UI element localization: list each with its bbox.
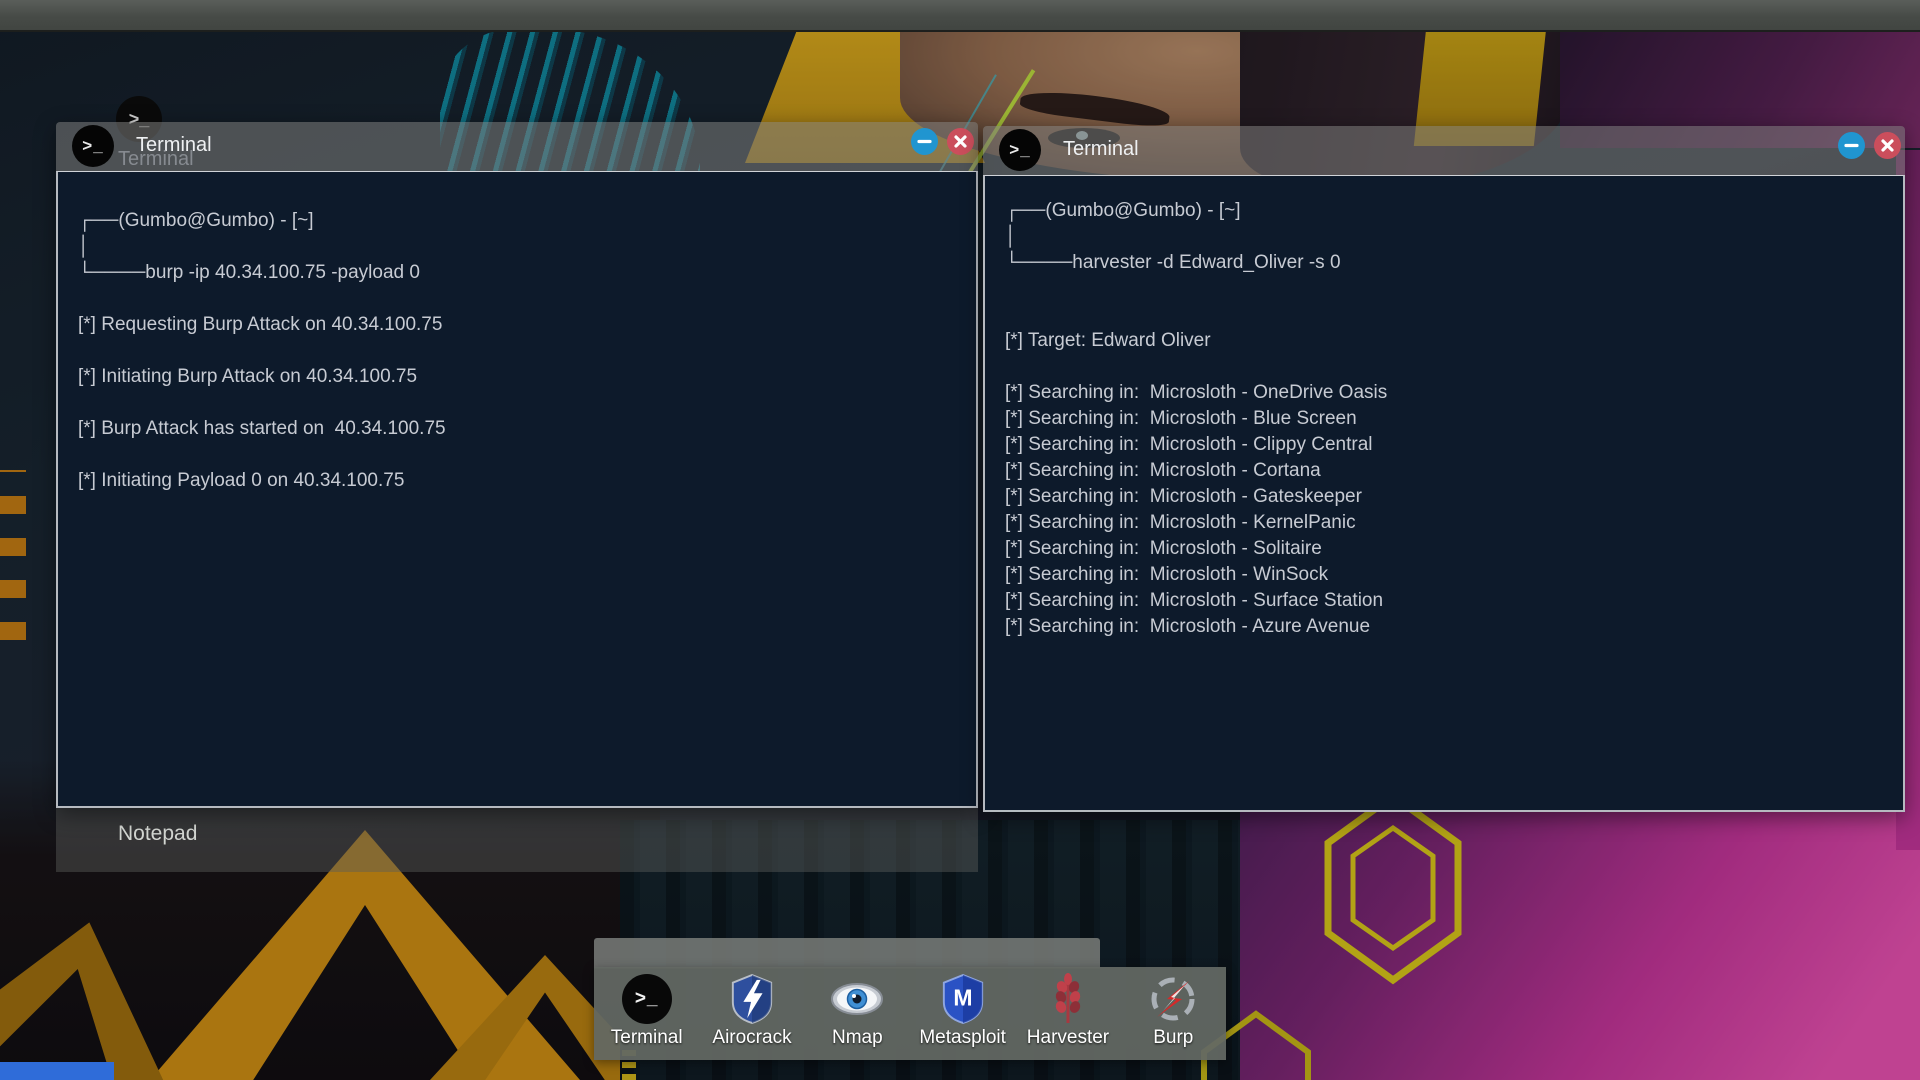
terminal-output[interactable]: ┌──(Gumbo@Gumbo) - [~] │ └────burp -ip 4…	[56, 171, 978, 808]
dock: >_ Terminal Airocrack Nmap	[594, 967, 1226, 1060]
top-panel	[0, 0, 1920, 32]
dock-label: Airocrack	[712, 1027, 791, 1049]
nmap-eye-icon	[831, 973, 883, 1025]
harvester-wheat-icon	[1042, 973, 1094, 1025]
minus-icon	[1844, 138, 1859, 153]
window-title: Terminal	[1063, 138, 1139, 161]
terminal-text: ┌──(Gumbo@Gumbo) - [~] │ └────burp -ip 4…	[58, 172, 976, 494]
dock-item-nmap[interactable]: Nmap	[807, 967, 907, 1060]
dock-handle[interactable]	[594, 938, 1100, 969]
terminal-window-right: >_ Terminal ┌──(Gumbo@Gumbo) - [~] │ └──…	[983, 126, 1905, 812]
dock-item-burp[interactable]: Burp	[1123, 967, 1223, 1060]
window-title: Terminal	[136, 134, 212, 157]
dock-label: Harvester	[1027, 1027, 1109, 1049]
close-button[interactable]	[1874, 132, 1901, 159]
metasploit-shield-icon: M	[937, 973, 989, 1025]
minus-icon	[917, 134, 932, 149]
dock-item-airocrack[interactable]: Airocrack	[702, 967, 802, 1060]
dock-label: Burp	[1153, 1027, 1193, 1049]
dock-item-harvester[interactable]: Harvester	[1018, 967, 1118, 1060]
airocrack-icon	[726, 973, 778, 1025]
burp-icon	[1147, 973, 1199, 1025]
dock-item-terminal[interactable]: >_ Terminal	[597, 967, 697, 1060]
taskbar-fragment	[0, 1062, 114, 1080]
close-icon	[1880, 138, 1895, 153]
dock-label: Terminal	[611, 1027, 683, 1049]
svg-text:M: M	[953, 985, 972, 1011]
dock-item-metasploit[interactable]: M Metasploit	[913, 967, 1013, 1060]
minimize-button[interactable]	[1838, 132, 1865, 159]
dock-label: Nmap	[832, 1027, 883, 1049]
terminal-icon: >_	[621, 973, 673, 1025]
notepad-title: Notepad	[118, 822, 197, 846]
terminal-window-left: >_ Terminal ┌──(Gumbo@Gumbo) - [~] │ └──…	[56, 122, 978, 808]
terminal-output[interactable]: ┌──(Gumbo@Gumbo) - [~] │ └────harvester …	[983, 175, 1905, 812]
terminal-icon: >_	[999, 129, 1041, 171]
terminal-text: ┌──(Gumbo@Gumbo) - [~] │ └────harvester …	[985, 176, 1903, 640]
dock-label: Metasploit	[919, 1027, 1006, 1049]
window-titlebar[interactable]: >_ Terminal	[983, 126, 1905, 175]
terminal-icon: >_	[72, 125, 114, 167]
notepad-window-fragment[interactable]: Notepad	[56, 808, 978, 872]
close-button[interactable]	[947, 128, 974, 155]
window-titlebar[interactable]: >_ Terminal	[56, 122, 978, 171]
close-icon	[953, 134, 968, 149]
minimize-button[interactable]	[911, 128, 938, 155]
